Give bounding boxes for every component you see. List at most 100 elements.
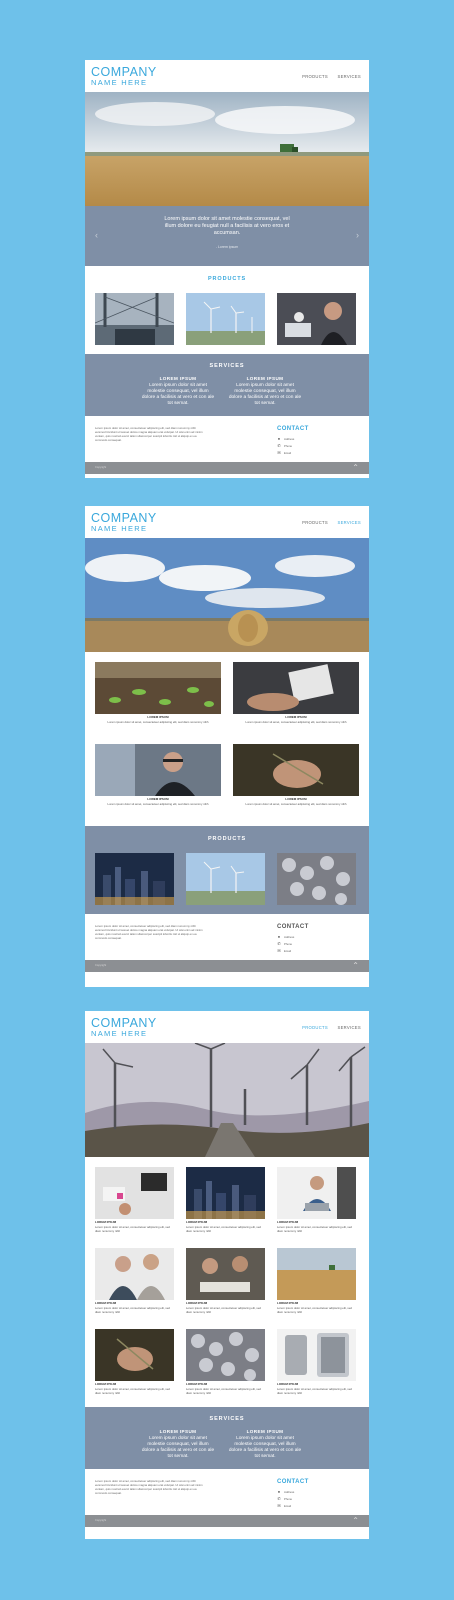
card-image-capsules[interactable] bbox=[186, 1329, 265, 1381]
cards-grid: LOREM IPSUM Lorem ipsum dolor sit amet, … bbox=[85, 1157, 369, 1407]
service-title: LOREM IPSUM bbox=[159, 1429, 197, 1434]
map-pin-icon: ● bbox=[277, 436, 281, 441]
card-image-city-night[interactable] bbox=[186, 1167, 265, 1219]
contact-email-label: Email bbox=[284, 451, 291, 455]
page-mockup-1: COMPANY NAME HERE PRODUCTS SERVICES ‹ Lo… bbox=[85, 60, 369, 478]
contact-email-label: Email bbox=[284, 949, 291, 953]
card-image-man-laptop[interactable] bbox=[277, 1167, 356, 1219]
card-caption: LOREM IPSUM Lorem ipsum dolor sit amet, … bbox=[186, 1382, 265, 1395]
card-image-signing-document[interactable] bbox=[233, 662, 359, 714]
logo[interactable]: COMPANY NAME HERE bbox=[91, 1017, 157, 1039]
services-section: SERVICES LOREM IPSUM Lorem ipsum dolor s… bbox=[85, 354, 369, 416]
site-footer: Lorem ipsum dolor sit amet, consectetuer… bbox=[85, 416, 369, 462]
bottom-bar: Copyright ⌃ bbox=[85, 1515, 369, 1527]
products-title: PRODUCTS bbox=[207, 836, 247, 842]
card-image-woman-glasses[interactable] bbox=[95, 744, 221, 796]
card-text: Lorem ipsum dolor sit amet, consectetuer… bbox=[95, 1305, 170, 1314]
contact-phone: ✆ Phone bbox=[277, 941, 292, 946]
product-image-wind-turbines[interactable] bbox=[186, 853, 265, 905]
card-text: Lorem ipsum dolor sit amet, consectetuer… bbox=[277, 1305, 352, 1314]
hero-image bbox=[85, 538, 369, 652]
contact-phone: ✆ Phone bbox=[277, 1496, 292, 1501]
card-text: Lorem ipsum dolor sit amet, consectetuer… bbox=[107, 801, 209, 806]
chevron-left-icon[interactable]: ‹ bbox=[95, 230, 98, 240]
quote-slider: ‹ Lorem ipsum dolor sit amet molestie co… bbox=[85, 206, 369, 266]
card-image-hand-plant[interactable] bbox=[233, 744, 359, 796]
card-image-hand-plant[interactable] bbox=[95, 1329, 174, 1381]
services-section: SERVICES LOREM IPSUM Lorem ipsum dolor s… bbox=[85, 1407, 369, 1469]
service-text: Lorem ipsum dolor sit amet molestie cons… bbox=[228, 383, 302, 406]
card-image-phone-tablet[interactable] bbox=[277, 1329, 356, 1381]
card-caption: LOREM IPSUM Lorem ipsum dolor sit amet, … bbox=[95, 715, 221, 725]
card-image-seedlings[interactable] bbox=[95, 662, 221, 714]
email-icon: ✉ bbox=[277, 948, 281, 953]
site-footer: Lorem ipsum dolor sit amet, consectetuer… bbox=[85, 914, 369, 960]
card-text: Lorem ipsum dolor sit amet, consectetuer… bbox=[95, 1386, 170, 1395]
footer-text: Lorem ipsum dolor sit amet, consectetuer… bbox=[95, 426, 203, 442]
services-title: SERVICES bbox=[209, 1416, 245, 1422]
logo-line1: COMPANY bbox=[91, 65, 157, 79]
copyright-text: Copyright bbox=[95, 466, 107, 469]
logo[interactable]: COMPANY NAME HERE bbox=[91, 66, 157, 88]
card-image-meeting[interactable] bbox=[186, 1248, 265, 1300]
service-title: LOREM IPSUM bbox=[246, 1429, 284, 1434]
logo[interactable]: COMPANY NAME HERE bbox=[91, 512, 157, 534]
product-image-woman-working[interactable] bbox=[277, 293, 356, 345]
contact-address-label: Address bbox=[284, 935, 295, 939]
contact-phone: ✆ Phone bbox=[277, 443, 292, 448]
hero-image bbox=[85, 1043, 369, 1157]
card-text: Lorem ipsum dolor sit amet, consectetuer… bbox=[245, 801, 347, 806]
chevron-up-icon[interactable]: ⌃ bbox=[352, 961, 359, 971]
chevron-up-icon[interactable]: ⌃ bbox=[352, 1516, 359, 1526]
card-caption: LOREM IPSUM Lorem ipsum dolor sit amet, … bbox=[95, 1382, 174, 1395]
logo-line1: COMPANY bbox=[91, 1016, 157, 1030]
product-image-bridge[interactable] bbox=[95, 293, 174, 345]
card-image-wheat-field[interactable] bbox=[277, 1248, 356, 1300]
products-title: PRODUCTS bbox=[207, 276, 247, 282]
quote-author: - Lorem ipsum bbox=[215, 245, 239, 249]
map-pin-icon: ● bbox=[277, 934, 281, 939]
product-image-city-night[interactable] bbox=[95, 853, 174, 905]
card-caption: LOREM IPSUM Lorem ipsum dolor sit amet, … bbox=[186, 1220, 265, 1233]
service-text: Lorem ipsum dolor sit amet molestie cons… bbox=[141, 383, 215, 406]
card-image-two-people[interactable] bbox=[95, 1248, 174, 1300]
phone-icon: ✆ bbox=[277, 941, 281, 946]
bottom-bar: Copyright ⌃ bbox=[85, 462, 369, 474]
chevron-up-icon[interactable]: ⌃ bbox=[352, 463, 359, 473]
logo-line1: COMPANY bbox=[91, 511, 157, 525]
service-title: LOREM IPSUM bbox=[159, 376, 197, 381]
card-caption: LOREM IPSUM Lorem ipsum dolor sit amet, … bbox=[186, 1301, 265, 1314]
service-column: LOREM IPSUM Lorem ipsum dolor sit amet m… bbox=[228, 1429, 302, 1460]
quote-text: Lorem ipsum dolor sit amet molestie cons… bbox=[164, 216, 290, 236]
copyright-text: Copyright bbox=[95, 964, 107, 967]
service-column: LOREM IPSUM Lorem ipsum dolor sit amet m… bbox=[228, 376, 302, 407]
card-caption: LOREM IPSUM Lorem ipsum dolor sit amet, … bbox=[233, 715, 359, 725]
main-nav: PRODUCTS SERVICES bbox=[294, 74, 361, 79]
logo-line2: NAME HERE bbox=[91, 78, 148, 87]
card-text: Lorem ipsum dolor sit amet, consectetuer… bbox=[107, 719, 209, 724]
product-image-wind-turbines[interactable] bbox=[186, 293, 265, 345]
card-image-desk-top[interactable] bbox=[95, 1167, 174, 1219]
nav-services[interactable]: SERVICES bbox=[337, 74, 361, 79]
nav-products[interactable]: PRODUCTS bbox=[302, 520, 328, 525]
contact-address: ● Address bbox=[277, 934, 294, 939]
nav-products[interactable]: PRODUCTS bbox=[302, 1025, 328, 1030]
footer-text: Lorem ipsum dolor sit amet, consectetuer… bbox=[95, 924, 203, 940]
cards-section: LOREM IPSUM Lorem ipsum dolor sit amet, … bbox=[85, 652, 369, 826]
card-caption: LOREM IPSUM Lorem ipsum dolor sit amet, … bbox=[95, 1220, 174, 1233]
chevron-right-icon[interactable]: › bbox=[356, 230, 359, 240]
card-text: Lorem ipsum dolor sit amet, consectetuer… bbox=[277, 1386, 352, 1395]
site-header: COMPANY NAME HERE PRODUCTS SERVICES bbox=[85, 1011, 369, 1043]
nav-products[interactable]: PRODUCTS bbox=[302, 74, 328, 79]
contact-address: ● Address bbox=[277, 436, 294, 441]
contact-email: ✉ Email bbox=[277, 1503, 291, 1508]
phone-icon: ✆ bbox=[277, 1496, 281, 1501]
product-image-capsules[interactable] bbox=[277, 853, 356, 905]
footer-text: Lorem ipsum dolor sit amet, consectetuer… bbox=[95, 1479, 203, 1495]
site-footer: Lorem ipsum dolor sit amet, consectetuer… bbox=[85, 1469, 369, 1515]
nav-services[interactable]: SERVICES bbox=[337, 520, 361, 525]
map-pin-icon: ● bbox=[277, 1489, 281, 1494]
contact-phone-label: Phone bbox=[284, 1497, 293, 1501]
service-column: LOREM IPSUM Lorem ipsum dolor sit amet m… bbox=[141, 376, 215, 407]
nav-services[interactable]: SERVICES bbox=[337, 1025, 361, 1030]
